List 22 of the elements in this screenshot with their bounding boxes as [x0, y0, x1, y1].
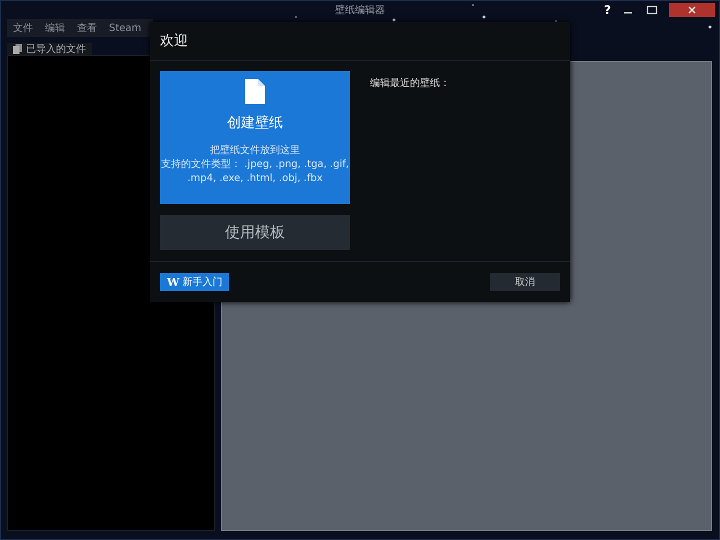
template-button[interactable]: 使用模板: [160, 215, 350, 250]
dialog-title: 欢迎: [160, 32, 188, 50]
file-icon: [245, 79, 265, 104]
card-title: 创建壁纸: [227, 114, 283, 132]
help-button[interactable]: ?: [604, 3, 611, 17]
menu-item[interactable]: 编辑: [39, 21, 71, 35]
menu-item[interactable]: 文件: [7, 21, 39, 35]
card-hint: 把壁纸文件放到这里: [210, 144, 300, 158]
card-hint: 支持的文件类型： .jpeg, .png, .tga, .gif,: [161, 158, 349, 172]
close-button[interactable]: [669, 3, 715, 17]
menu-item[interactable]: 查看: [71, 21, 103, 35]
menu-item[interactable]: Steam: [103, 22, 148, 34]
create-wallpaper-card[interactable]: 创建壁纸 把壁纸文件放到这里 支持的文件类型： .jpeg, .png, .tga, .gif, .mp4, .exe, .html, .obj, .fbx: [160, 71, 350, 204]
files-tab[interactable]: 已导入的文件: [7, 43, 92, 55]
window-title: 壁纸编辑器: [335, 4, 385, 17]
close-icon: [688, 6, 696, 14]
recent-label: 编辑最近的壁纸：: [370, 78, 450, 89]
cancel-button[interactable]: 取消: [490, 273, 560, 291]
copy-icon: [13, 44, 22, 54]
guide-button[interactable]: W 新手入门: [160, 273, 230, 291]
maximize-icon[interactable]: [645, 4, 659, 16]
card-hint: .mp4, .exe, .html, .obj, .fbx: [187, 172, 323, 186]
